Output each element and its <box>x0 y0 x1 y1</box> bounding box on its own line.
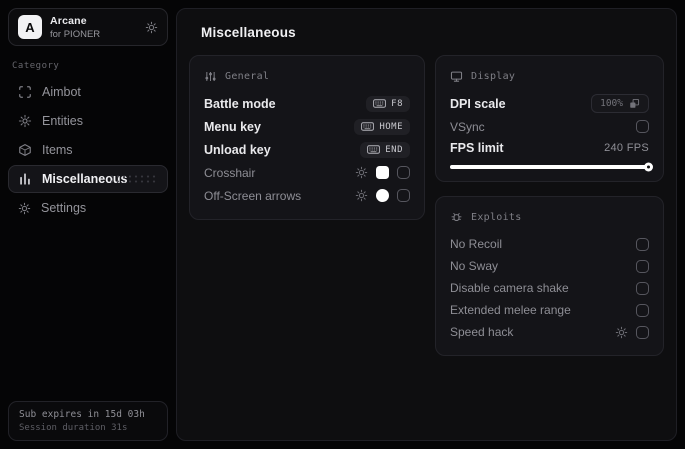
keybind-value: F8 <box>391 98 403 109</box>
setting-label: Off-Screen arrows <box>204 188 302 203</box>
gear-icon[interactable] <box>615 326 628 339</box>
session-duration-text: Session duration 31s <box>19 423 128 433</box>
keybind-chip[interactable]: F8 <box>366 95 410 112</box>
bars-icon <box>18 172 32 186</box>
setting-label: DPI scale <box>450 96 506 111</box>
setting-label: VSync <box>450 119 485 134</box>
setting-label: Unload key <box>204 142 271 157</box>
sidebar-item[interactable]: Aimbot <box>8 78 168 106</box>
gear-icon <box>18 202 31 215</box>
app-logo: A <box>18 15 42 39</box>
box-icon <box>18 143 32 157</box>
setting-label: FPS limit <box>450 141 504 155</box>
setting-label: Speed hack <box>450 325 514 339</box>
setting-label: No Sway <box>450 259 499 273</box>
card-title: Display <box>471 71 516 82</box>
exploits-card: Exploits No Recoil No Sway Disable camer… <box>435 196 664 356</box>
main-panel: Miscellaneous General Battle mode F8 Men… <box>176 8 677 441</box>
monitor-icon <box>450 70 463 83</box>
app-header: A Arcane for PIONER <box>8 8 168 46</box>
exploits-card-header: Exploits <box>450 211 649 224</box>
sidebar-item[interactable]: Settings <box>8 194 168 222</box>
setting-row: Off-Screen arrows <box>204 184 410 207</box>
fps-limit-value: 240 FPS <box>604 142 649 154</box>
category-label: Category <box>12 61 60 71</box>
sidebar-item-label: Items <box>42 143 73 157</box>
app-name: Arcane <box>50 14 87 27</box>
checkbox[interactable] <box>397 189 410 202</box>
checkbox[interactable] <box>636 325 649 339</box>
checkbox[interactable] <box>636 237 649 251</box>
checkbox[interactable] <box>636 259 649 273</box>
sidebar-item[interactable]: Items <box>8 136 168 164</box>
setting-row: Unload key END <box>204 138 410 161</box>
keybind-chip[interactable]: END <box>360 141 410 158</box>
card-title: General <box>225 71 270 82</box>
keyboard-icon <box>367 145 381 154</box>
keybind-value: HOME <box>379 121 403 132</box>
setting-label: Menu key <box>204 119 261 134</box>
keyboard-icon <box>361 122 375 131</box>
display-card-header: Display <box>450 70 649 83</box>
setting-row: Speed hack <box>450 321 649 343</box>
setting-row: Extended melee range <box>450 299 649 321</box>
card-title: Exploits <box>471 212 522 223</box>
fps-limit-row: FPS limit 240 FPS <box>450 138 649 158</box>
scan-icon <box>18 85 32 99</box>
sidebar-item-label: Entities <box>42 114 83 128</box>
color-swatch[interactable] <box>376 166 389 179</box>
sidebar-item-label: Aimbot <box>42 85 81 99</box>
setting-label: Crosshair <box>204 165 256 180</box>
sidebar: A Arcane for PIONER Category Aimbot Enti… <box>0 0 176 449</box>
keyboard-icon <box>373 99 387 108</box>
checkbox[interactable] <box>397 166 410 179</box>
gear-badge-icon[interactable] <box>145 21 158 34</box>
checkbox[interactable] <box>636 281 649 295</box>
setting-label: Disable camera shake <box>450 281 569 295</box>
subscription-info: Sub expires in 15d 03h Session duration … <box>8 401 168 441</box>
setting-row: Battle mode F8 <box>204 92 410 115</box>
sidebar-item[interactable]: Entities <box>8 107 168 135</box>
fps-limit-slider[interactable] <box>450 162 653 172</box>
dots-decoration <box>109 174 159 184</box>
vsync-row: VSync <box>450 115 649 138</box>
sidebar-item-label: Settings <box>41 201 87 215</box>
general-card: General Battle mode F8 Menu key HOME Unl… <box>189 55 425 220</box>
gear-icon[interactable] <box>355 189 368 202</box>
sub-expiry-text: Sub expires in 15d 03h <box>19 409 145 420</box>
sidebar-nav: Aimbot Entities Items Miscellaneous Sett… <box>8 78 168 223</box>
setting-label: Battle mode <box>204 96 276 111</box>
slider-thumb[interactable] <box>644 162 653 172</box>
setting-label: Extended melee range <box>450 303 571 317</box>
general-card-header: General <box>204 70 410 83</box>
entities-icon <box>18 114 32 128</box>
display-card: Display DPI scale 100% VSync FPS limit 2… <box>435 55 664 182</box>
keybind-value: END <box>385 144 403 155</box>
sliders-icon <box>204 70 217 83</box>
app-subtitle: for PIONER <box>50 28 101 40</box>
checkbox[interactable] <box>636 303 649 317</box>
bug-icon <box>450 211 463 224</box>
scale-icon <box>629 98 640 109</box>
dpi-scale-value: 100% <box>600 98 623 109</box>
setting-row: Menu key HOME <box>204 115 410 138</box>
sidebar-item[interactable]: Miscellaneous <box>8 165 168 193</box>
gear-icon[interactable] <box>355 166 368 179</box>
dpi-scale-row: DPI scale 100% <box>450 92 649 115</box>
setting-row: No Recoil <box>450 233 649 255</box>
slider-fill <box>450 165 649 169</box>
color-swatch[interactable] <box>376 189 389 202</box>
keybind-chip[interactable]: HOME <box>354 118 410 135</box>
dpi-scale-select[interactable]: 100% <box>591 94 649 113</box>
setting-label: No Recoil <box>450 237 503 251</box>
setting-row: No Sway <box>450 255 649 277</box>
page-title: Miscellaneous <box>201 25 296 40</box>
setting-row: Disable camera shake <box>450 277 649 299</box>
app-title-block: Arcane for PIONER <box>50 15 100 40</box>
checkbox[interactable] <box>636 120 649 133</box>
setting-row: Crosshair <box>204 161 410 184</box>
